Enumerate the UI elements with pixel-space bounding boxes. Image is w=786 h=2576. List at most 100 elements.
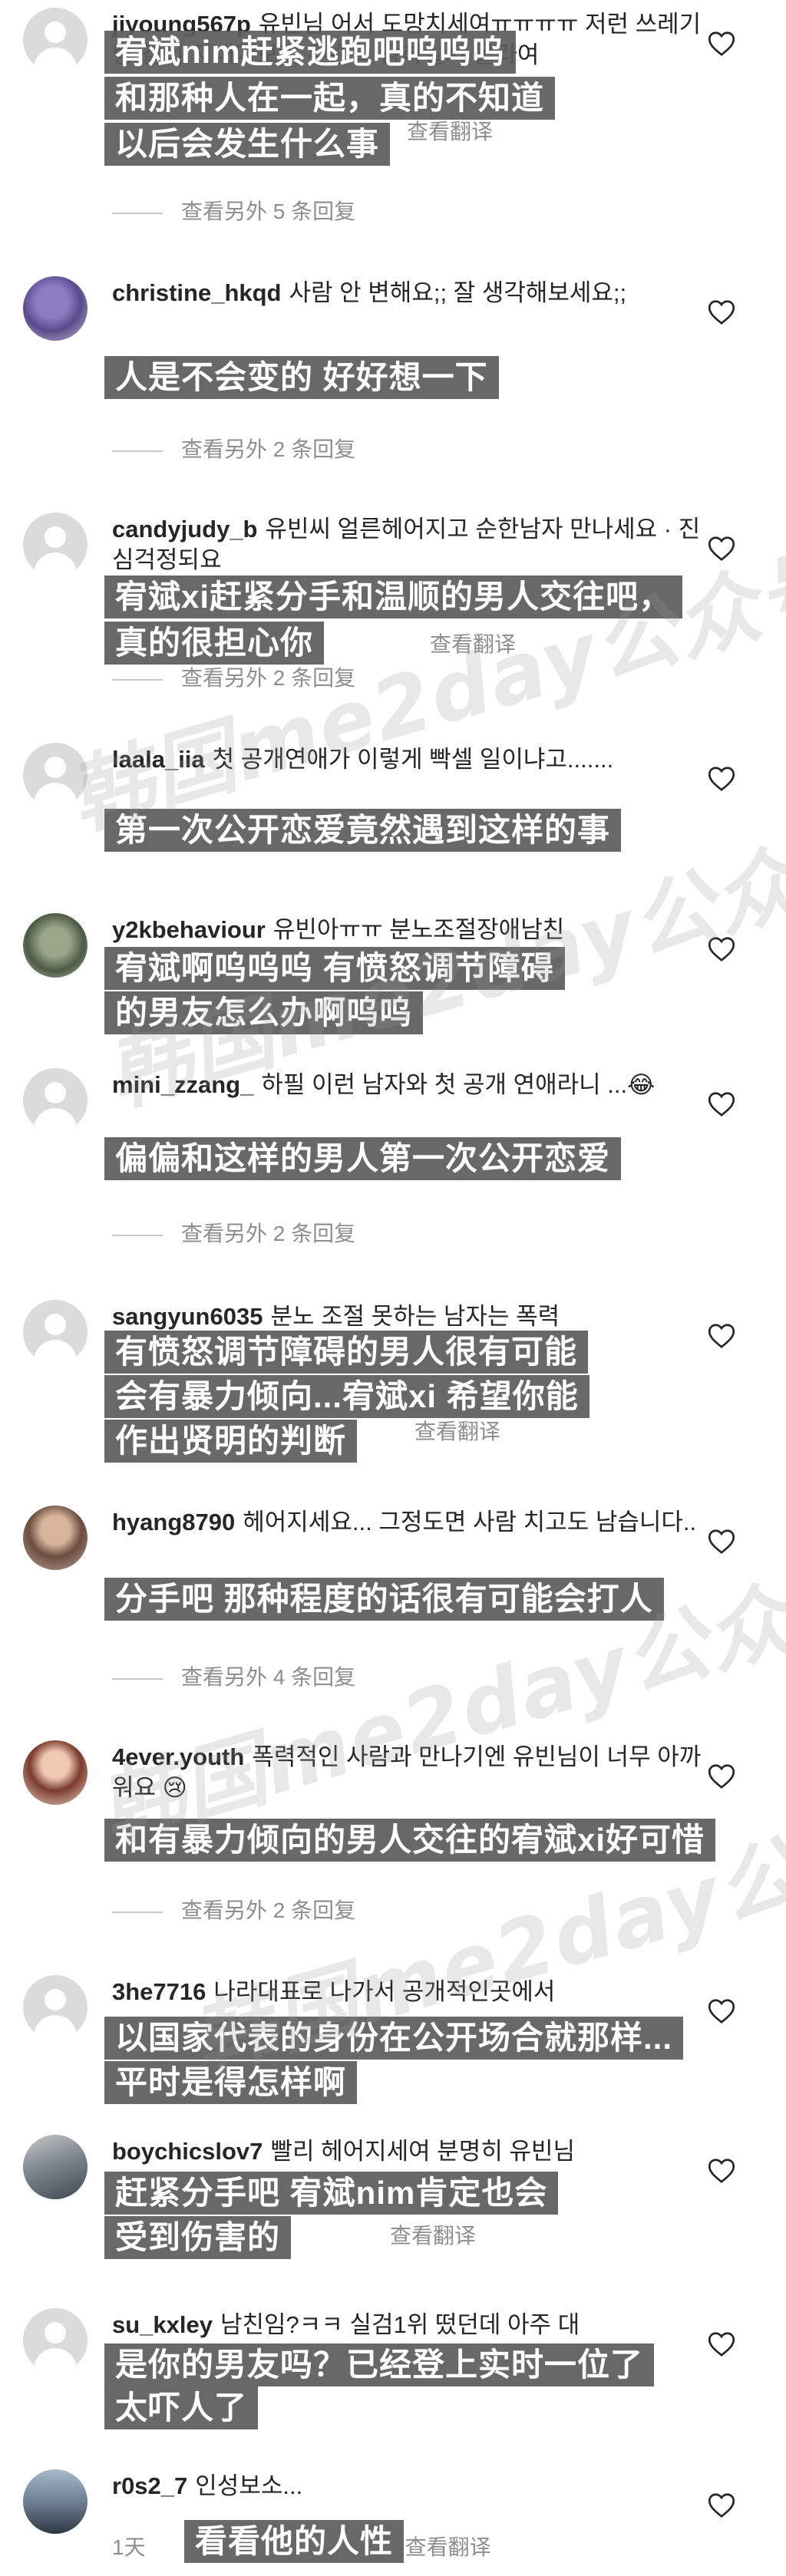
see-translation-link[interactable]: 查看翻译: [430, 632, 516, 656]
heart-icon[interactable]: [708, 1529, 735, 1555]
default-avatar-icon[interactable]: [23, 2308, 88, 2373]
comment-username[interactable]: laala_iia: [112, 746, 205, 773]
comment-body: christine_hkqd 사람 안 변해요;; 잘 생각해보세요;;: [112, 278, 703, 308]
comment-username[interactable]: christine_hkqd: [112, 279, 282, 306]
subtitle-line: 是你的男友吗？已经登上实时一位了: [104, 2343, 655, 2386]
comment-body: candyjudy_b 유빈씨 얼른헤어지고 순한남자 만나세요 · 진심걱정되요: [112, 514, 703, 576]
subtitle-line: 平时是得怎样啊: [104, 2061, 358, 2104]
comment-username[interactable]: y2kbehaviour: [112, 916, 266, 943]
see-translation-link[interactable]: 查看翻译: [405, 2535, 491, 2559]
see-translation-link[interactable]: 查看翻译: [390, 2224, 476, 2248]
subtitle-line: 赶紧分手吧 宥斌nim肯定也会: [104, 2172, 559, 2215]
comment-body: su_kxley 남친임?ㅋㅋ 실검1위 떴던데 아주 대: [112, 2310, 703, 2340]
heart-icon[interactable]: [708, 1091, 735, 1117]
avatar[interactable]: [23, 276, 88, 341]
comment-text: 나라대표로 나가서 공개적인곳에서: [213, 1978, 556, 2005]
subtitle-line: 作出贤明的判断: [104, 1420, 358, 1463]
subtitle-line: 第一次公开恋爱竟然遇到这样的事: [104, 809, 622, 852]
subtitle-line: 宥斌xi赶紧分手和温顺的男人交往吧，: [104, 576, 683, 618]
view-replies-button[interactable]: 查看另外 2 条回复: [112, 1219, 355, 1249]
comment-username[interactable]: sangyun6035: [112, 1303, 263, 1330]
subtitle-line: 宥斌nim赶紧逃跑吧呜呜呜: [104, 31, 516, 74]
comment-username[interactable]: candyjudy_b: [112, 516, 258, 543]
avatar[interactable]: [23, 1506, 88, 1570]
heart-icon[interactable]: [708, 936, 735, 962]
comment-body: 4ever.youth 폭력적인 사람과 만나기엔 유빈님이 너무 아까워요 😢: [112, 1742, 703, 1803]
view-replies-label: 查看另外 4 条回复: [181, 1665, 356, 1689]
comment-body: hyang8790 헤어지세요... 그정도면 사람 치고도 남습니다..: [112, 1507, 703, 1538]
default-avatar-icon[interactable]: [23, 1068, 88, 1133]
comment-text: 남친임?ㅋㅋ 실검1위 떴던데 아주 대: [220, 2311, 580, 2338]
comment-username[interactable]: mini_zzang_: [112, 1071, 253, 1098]
comment-time: 1天: [112, 2535, 146, 2559]
subtitle-line: 会有暴力倾向...宥斌xi 希望你能: [104, 1375, 590, 1418]
avatar[interactable]: [23, 2469, 88, 2534]
heart-icon[interactable]: [708, 2492, 735, 2518]
comment-text: 첫 공개연애가 이렇게 빡셀 일이냐고.......: [212, 746, 614, 773]
comment-body: 3he7716 나라대표로 나가서 공개적인곳에서: [112, 1977, 703, 2007]
comment-text: 헤어지세요... 그정도면 사람 치고도 남습니다..: [243, 1509, 697, 1535]
subtitle-line: 的男友怎么办啊呜呜: [104, 991, 424, 1034]
view-replies-button[interactable]: 查看另外 4 条回复: [112, 1662, 355, 1693]
view-replies-button[interactable]: 查看另外 5 条回复: [112, 196, 355, 227]
view-replies-label: 查看另外 2 条回复: [181, 437, 356, 461]
comment-text: 하필 이런 남자와 첫 공개 연애라니 ...😂: [261, 1071, 656, 1098]
avatar[interactable]: [23, 1740, 88, 1805]
comment-text: 빨리 헤어지세여 분명히 유빈님: [270, 2138, 576, 2165]
heart-icon[interactable]: [708, 536, 735, 562]
subtitle-line: 受到伤害的: [104, 2216, 292, 2259]
view-replies-label: 查看另外 2 条回复: [181, 666, 356, 690]
subtitle-line: 以国家代表的身份在公开场合就那样...: [104, 2017, 684, 2060]
comment-meta: 查看翻译: [407, 115, 522, 146]
avatar[interactable]: [23, 2135, 88, 2199]
see-translation-link[interactable]: 查看翻译: [407, 120, 493, 143]
comment-meta: 查看翻译: [430, 628, 545, 658]
avatar[interactable]: [23, 913, 88, 978]
view-replies-label: 查看另外 2 条回复: [181, 1222, 356, 1245]
heart-icon[interactable]: [708, 1998, 735, 2024]
comment-meta: 查看翻译: [390, 2219, 505, 2250]
heart-icon[interactable]: [708, 1763, 735, 1789]
heart-icon[interactable]: [708, 299, 735, 325]
comment-body: sangyun6035 분노 조절 못하는 남자는 폭력: [112, 1301, 703, 1332]
subtitle-line: 看看他的人性: [184, 2520, 405, 2563]
comment-body: r0s2_7 인성보소...: [112, 2471, 703, 2502]
comment-text: 분노 조절 못하는 남자는 폭력: [270, 1303, 560, 1330]
subtitle-line: 和那种人在一起，真的不知道: [104, 77, 556, 120]
comment-meta: 查看翻译: [414, 1415, 530, 1446]
comment-username[interactable]: su_kxley: [112, 2311, 213, 2338]
default-avatar-icon[interactable]: [23, 743, 88, 807]
comment-username[interactable]: 3he7716: [112, 1978, 206, 2005]
subtitle-line: 太吓人了: [104, 2386, 259, 2429]
comment-feed: jiyoung567p유빈님 어서 도망치세여ㅠㅠㅠㅠ 저런 쓰레기랑 같이 지…: [0, 0, 786, 2576]
comment-username[interactable]: r0s2_7: [112, 2472, 187, 2499]
heart-icon[interactable]: [708, 31, 735, 57]
comment-text: 유빈아ㅠㅠ 분노조절장애남친: [272, 916, 565, 943]
view-replies-label: 查看另外 2 条回复: [181, 1898, 356, 1922]
subtitle-line: 分手吧 那种程度的话很有可能会打人: [104, 1578, 664, 1621]
heart-icon[interactable]: [708, 2158, 735, 2184]
subtitle-line: 偏偏和这样的男人第一次公开恋爱: [104, 1137, 622, 1180]
subtitle-line: 人是不会变的 好好想一下: [104, 356, 499, 399]
see-translation-link[interactable]: 查看翻译: [414, 1420, 500, 1443]
default-avatar-icon[interactable]: [23, 1975, 88, 2040]
subtitle-line: 有愤怒调节障碍的男人很有可能: [104, 1331, 589, 1374]
subtitle-line: 真的很担心你: [104, 622, 325, 665]
comment-username[interactable]: 4ever.youth: [112, 1743, 244, 1770]
comment-username[interactable]: hyang8790: [112, 1509, 235, 1535]
comment-username[interactable]: boychicslov7: [112, 2138, 263, 2165]
heart-icon[interactable]: [708, 766, 735, 792]
default-avatar-icon[interactable]: [23, 513, 88, 577]
default-avatar-icon[interactable]: [23, 1300, 88, 1364]
view-replies-button[interactable]: 查看另外 2 条回复: [112, 1895, 355, 1926]
comment-body: laala_iia 첫 공개연애가 이렇게 빡셀 일이냐고.......: [112, 744, 703, 775]
view-replies-button[interactable]: 查看另外 2 条回复: [112, 434, 355, 465]
comment-text: 사람 안 변해요;; 잘 생각해보세요;;: [289, 279, 627, 306]
default-avatar-icon[interactable]: [23, 8, 88, 72]
view-replies-button[interactable]: 查看另外 2 条回复: [112, 663, 355, 694]
subtitle-line: 以后会发生什么事: [104, 123, 391, 166]
comment-body: mini_zzang_ 하필 이런 남자와 첫 공개 연애라니 ...😂: [112, 1070, 703, 1100]
heart-icon[interactable]: [708, 2331, 735, 2357]
comment-body: boychicslov7 빨리 헤어지세여 분명히 유빈님: [112, 2136, 703, 2167]
heart-icon[interactable]: [708, 1323, 735, 1349]
